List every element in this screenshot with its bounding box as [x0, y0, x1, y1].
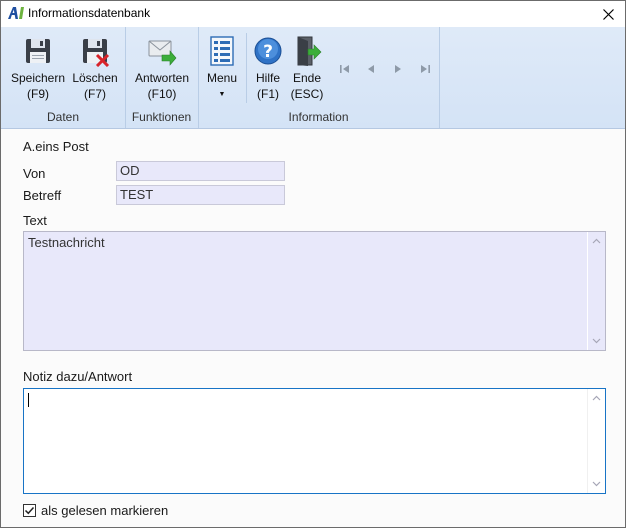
text-label: Text	[23, 213, 47, 228]
last-record-icon[interactable]	[418, 62, 432, 76]
note-scrollbar[interactable]	[587, 389, 605, 493]
next-record-icon[interactable]	[391, 62, 405, 76]
save-button[interactable]: Speichern (F9)	[7, 31, 69, 103]
reply-mail-icon	[148, 40, 177, 66]
mark-read-label[interactable]: als gelesen markieren	[41, 503, 168, 518]
von-field[interactable]: OD	[116, 161, 285, 181]
info-database-window: Informationsdatenbank Speichern (F9) Lös…	[0, 0, 626, 528]
von-label: Von	[23, 166, 46, 181]
scroll-down-icon[interactable]	[592, 479, 601, 488]
message-scrollbar[interactable]	[587, 232, 605, 350]
delete-button[interactable]: Löschen (F7)	[69, 31, 121, 103]
menu-label: Menu	[206, 71, 238, 85]
message-text-area[interactable]: Testnachricht	[23, 231, 606, 351]
exit-label: Ende	[292, 71, 322, 85]
delete-shortcut: (F7)	[84, 87, 106, 101]
title-bar: Informationsdatenbank	[1, 1, 625, 27]
mark-read-checkbox[interactable]	[23, 504, 36, 517]
text-cursor	[28, 393, 29, 407]
help-shortcut: (F1)	[257, 87, 279, 101]
close-icon	[602, 8, 614, 20]
scroll-down-icon[interactable]	[592, 336, 601, 345]
help-icon: ?	[254, 37, 282, 65]
ribbon-group-information: Menu ▼ ? Hilfe (F1) Ende (ESC) Informati…	[198, 27, 440, 128]
ribbon-separator	[246, 33, 247, 103]
reply-button[interactable]: Antworten (F10)	[129, 31, 195, 103]
save-floppy-icon	[26, 39, 50, 63]
app-logo-icon	[8, 7, 24, 19]
scroll-up-icon[interactable]	[592, 237, 601, 246]
form-content: A.eins Post Von OD Betreff TEST Text Tes…	[1, 129, 625, 527]
help-button[interactable]: ? Hilfe (F1)	[250, 31, 286, 103]
group-label-funktionen: Funktionen	[131, 110, 192, 124]
scroll-up-icon[interactable]	[592, 394, 601, 403]
exit-door-icon	[297, 36, 322, 66]
first-record-icon[interactable]	[338, 62, 352, 76]
betreff-field[interactable]: TEST	[116, 185, 285, 205]
reply-label: Antworten	[134, 71, 190, 85]
checkmark-icon	[24, 506, 35, 515]
reply-shortcut: (F10)	[147, 87, 177, 101]
message-text: Testnachricht	[28, 235, 105, 250]
group-label-daten: Daten	[46, 110, 80, 124]
ribbon-group-funktionen: Antworten (F10) Funktionen	[125, 27, 199, 128]
chevron-down-icon: ▼	[218, 91, 226, 98]
window-title: Informationsdatenbank	[28, 6, 151, 20]
note-text-area[interactable]	[23, 388, 606, 494]
help-label: Hilfe	[255, 71, 280, 85]
menu-list-icon	[210, 36, 234, 66]
group-label-information: Information	[288, 110, 349, 124]
delete-label: Löschen	[72, 71, 118, 85]
ribbon-group-daten: Speichern (F9) Löschen (F7) Daten	[1, 27, 126, 128]
section-heading: A.eins Post	[23, 139, 89, 154]
delete-floppy-icon	[83, 39, 110, 67]
close-button[interactable]	[591, 1, 625, 27]
previous-record-icon[interactable]	[364, 62, 378, 76]
menu-button[interactable]: Menu ▼	[202, 31, 242, 103]
save-shortcut: (F9)	[27, 87, 49, 101]
betreff-label: Betreff	[23, 188, 62, 203]
exit-shortcut: (ESC)	[290, 87, 324, 101]
save-label: Speichern	[10, 71, 66, 85]
note-label: Notiz dazu/Antwort	[23, 369, 133, 384]
exit-button[interactable]: Ende (ESC)	[286, 31, 328, 103]
svg-text:?: ?	[263, 42, 273, 62]
ribbon-toolbar: Speichern (F9) Löschen (F7) Daten Antwor…	[1, 27, 625, 129]
